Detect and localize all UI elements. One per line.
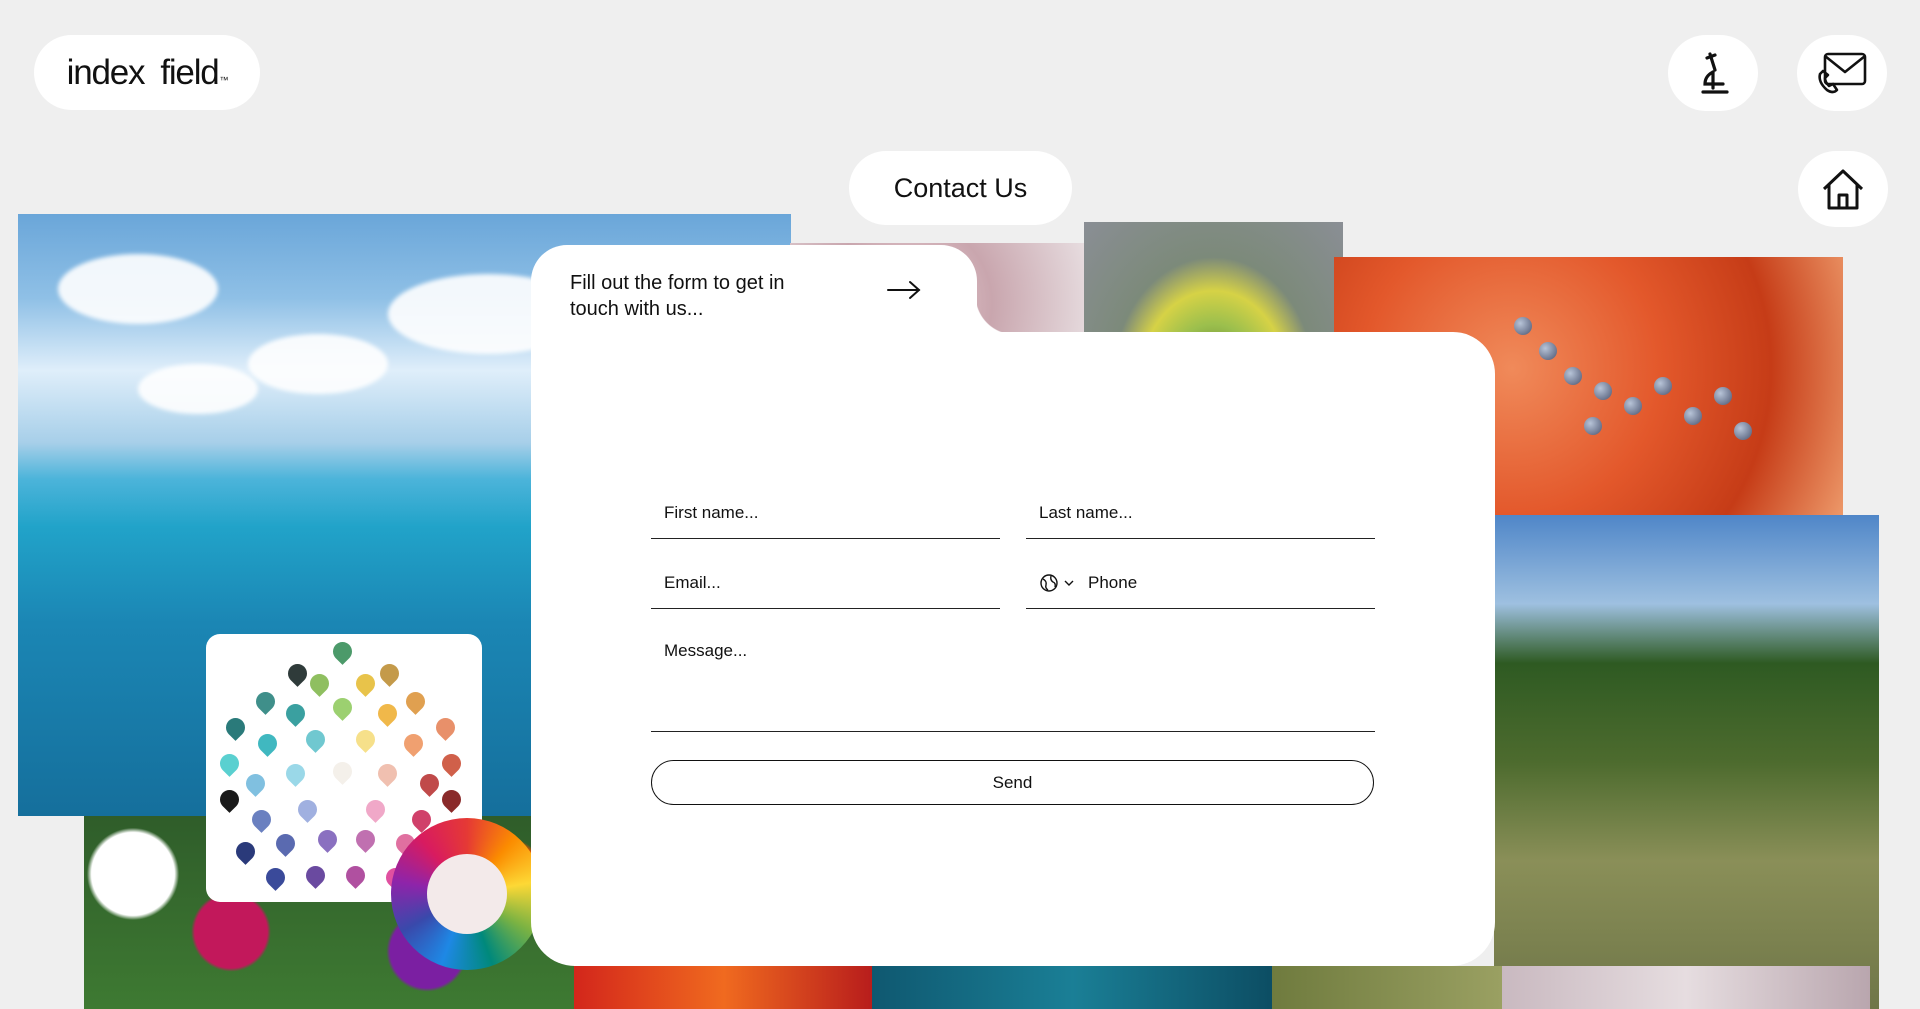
mail-phone-icon: [1818, 52, 1867, 94]
phone-field: [1026, 558, 1375, 609]
email-input[interactable]: [651, 573, 1000, 593]
grass-image: [1272, 966, 1502, 1009]
coral-reef-image: [872, 966, 1274, 1009]
color-wheel-image: [391, 818, 543, 970]
form-tab-corner: [975, 295, 1015, 335]
home-icon: [1822, 169, 1864, 210]
last-name-field: [1026, 488, 1375, 539]
form-intro-text: Fill out the form to get in touch with u…: [570, 272, 785, 320]
email-field: [651, 558, 1000, 609]
globe-icon: [1040, 574, 1058, 592]
first-name-input[interactable]: [651, 503, 1000, 523]
chevron-down-icon: [1064, 580, 1074, 586]
send-button[interactable]: Send: [651, 760, 1374, 805]
microscope-icon: [1701, 52, 1729, 94]
logo-word-field: field: [160, 52, 219, 92]
message-field: [651, 629, 1375, 732]
home-button[interactable]: [1798, 151, 1888, 227]
country-code-selector[interactable]: [1026, 573, 1075, 593]
trademark-mark: ™: [219, 75, 229, 85]
mail-button[interactable]: [1797, 35, 1887, 111]
phone-input[interactable]: [1075, 573, 1375, 593]
page-title: Contact Us: [849, 151, 1072, 225]
last-name-input[interactable]: [1026, 503, 1375, 523]
mineral-texture-image: [1502, 966, 1870, 1009]
maple-leaves-image: [574, 966, 874, 1009]
logo[interactable]: index field ™: [34, 35, 260, 110]
arrow-right-icon: [887, 281, 921, 299]
microscope-button[interactable]: [1668, 35, 1758, 111]
message-input[interactable]: [651, 629, 1375, 721]
logo-word-index: index: [66, 52, 146, 92]
first-name-field: [651, 488, 1000, 539]
wheat-field-image: [1494, 515, 1879, 1009]
